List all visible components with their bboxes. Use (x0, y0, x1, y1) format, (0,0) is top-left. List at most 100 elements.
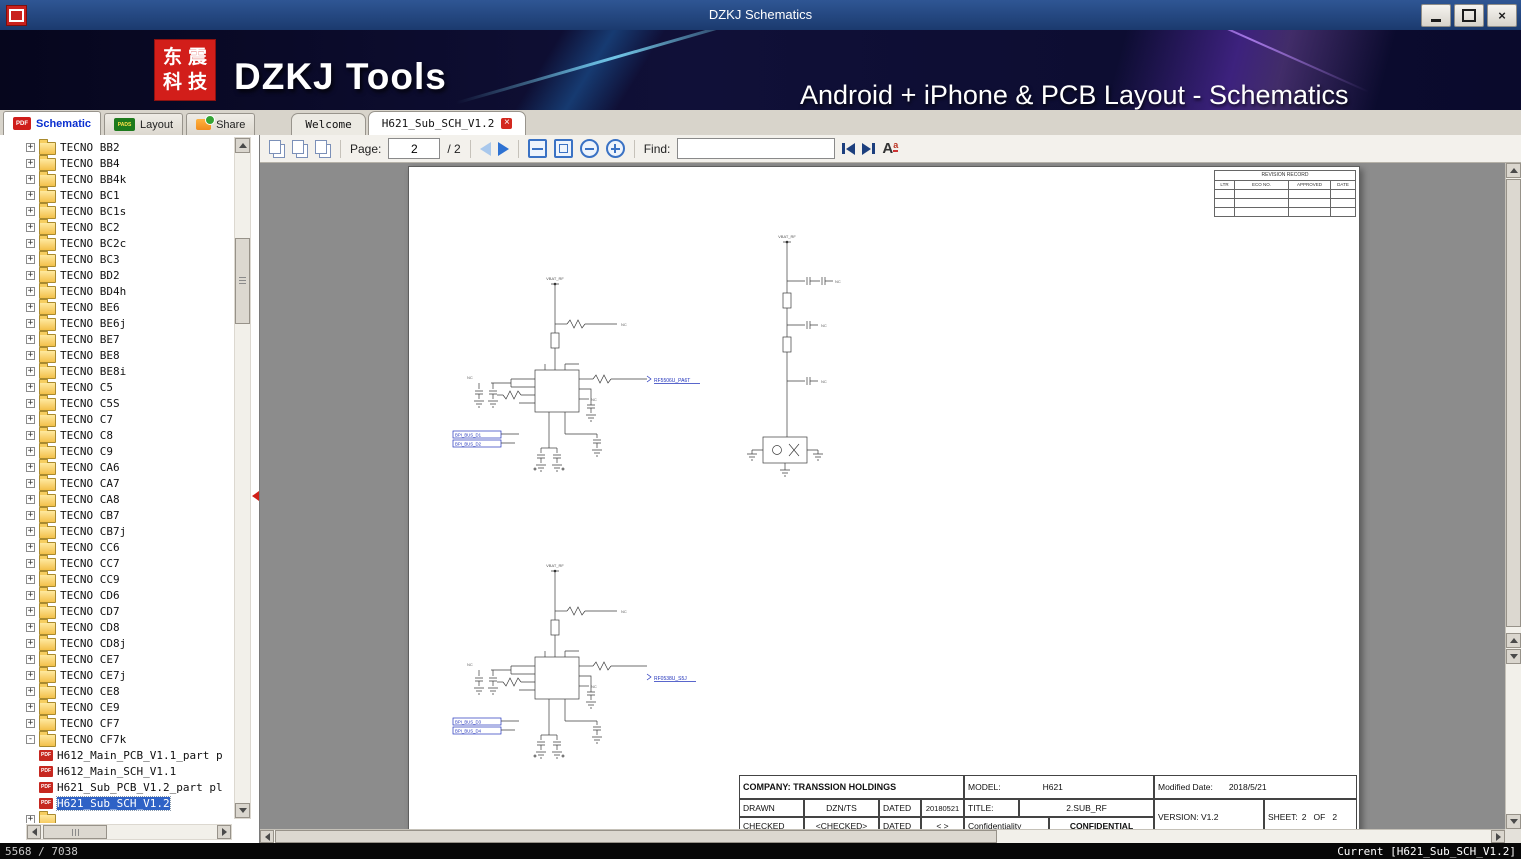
find-previous-icon[interactable] (842, 143, 855, 155)
expander-icon[interactable]: + (26, 687, 35, 696)
tree-folder[interactable]: +TECNO CE9 (26, 699, 232, 715)
previous-view-icon[interactable] (1506, 633, 1521, 648)
doc-tab-welcome[interactable]: Welcome (291, 113, 365, 135)
expander-icon[interactable]: + (26, 351, 35, 360)
expander-icon[interactable]: + (26, 207, 35, 216)
sidebar-vertical-scrollbar[interactable] (234, 137, 251, 819)
find-next-icon[interactable] (862, 143, 875, 155)
expander-icon[interactable]: + (26, 607, 35, 616)
expander-icon[interactable]: + (26, 671, 35, 680)
expander-icon[interactable]: + (26, 367, 35, 376)
tree-folder[interactable]: +TECNO CD7 (26, 603, 232, 619)
scrollbar-thumb[interactable] (235, 238, 250, 324)
zoom-out-icon[interactable] (580, 139, 599, 158)
tree-folder[interactable]: +TECNO CA6 (26, 459, 232, 475)
expander-icon[interactable]: + (26, 463, 35, 472)
tab-close-icon[interactable]: × (501, 118, 512, 129)
tree-file[interactable]: PDFH621_Sub_SCH_V1.2 (26, 795, 232, 811)
fit-width-icon[interactable] (528, 139, 547, 158)
expander-icon[interactable]: + (26, 575, 35, 584)
tree-folder[interactable]: -TECNO CF7k (26, 731, 232, 747)
two-page-view-icon[interactable] (292, 140, 308, 157)
expander-icon[interactable]: + (26, 399, 35, 408)
single-page-icon[interactable] (269, 140, 285, 157)
tree-folder[interactable]: +TECNO CE8 (26, 683, 232, 699)
expander-icon[interactable]: + (26, 543, 35, 552)
expander-icon[interactable]: + (26, 143, 35, 152)
schematic-page[interactable]: VBAT_RF NC (408, 166, 1360, 829)
scrollbar-thumb[interactable] (43, 825, 107, 839)
scrollbar-thumb[interactable] (275, 830, 997, 843)
scroll-up-icon[interactable] (235, 138, 250, 153)
document-canvas[interactable]: VBAT_RF NC (260, 163, 1505, 829)
tree-folder[interactable]: +TECNO BB4 (26, 155, 232, 171)
close-button[interactable]: × (1487, 4, 1517, 27)
next-page-icon[interactable] (498, 142, 509, 156)
tab-schematic[interactable]: PDF Schematic (3, 111, 101, 135)
tree-folder[interactable]: +TECNO BC3 (26, 251, 232, 267)
tree-folder[interactable]: + (26, 811, 232, 823)
zoom-in-icon[interactable] (606, 139, 625, 158)
viewer-vertical-scrollbar[interactable] (1505, 163, 1521, 829)
tree-folder[interactable]: +TECNO CE7j (26, 667, 232, 683)
tree-folder[interactable]: +TECNO CC7 (26, 555, 232, 571)
expander-icon[interactable]: + (26, 639, 35, 648)
tree-file[interactable]: PDFH621_Sub_PCB_V1.2_part pl (26, 779, 232, 795)
tree-folder[interactable]: +TECNO BE6j (26, 315, 232, 331)
tree-folder[interactable]: +TECNO CC6 (26, 539, 232, 555)
scroll-right-icon[interactable] (1491, 830, 1505, 843)
expander-icon[interactable]: + (26, 255, 35, 264)
scroll-left-icon[interactable] (260, 830, 274, 843)
tree-folder[interactable]: +TECNO CE7 (26, 651, 232, 667)
page-copy-icon[interactable] (315, 140, 331, 157)
find-input[interactable] (677, 138, 835, 159)
expander-icon[interactable]: - (26, 735, 35, 744)
tree-folder[interactable]: +TECNO BC2 (26, 219, 232, 235)
tab-share[interactable]: Share (186, 113, 255, 135)
page-number-input[interactable] (388, 138, 440, 159)
expander-icon[interactable]: + (26, 591, 35, 600)
tree-file[interactable]: PDFH612_Main_SCH_V1.1 (26, 763, 232, 779)
fit-page-icon[interactable] (554, 139, 573, 158)
tree-folder[interactable]: +TECNO BB4k (26, 171, 232, 187)
expander-icon[interactable]: + (26, 815, 35, 824)
tree-folder[interactable]: +TECNO C5 (26, 379, 232, 395)
tree-folder[interactable]: +TECNO BE8i (26, 363, 232, 379)
tree-file[interactable]: PDFH612_Main_PCB_V1.1_part p (26, 747, 232, 763)
tree-folder[interactable]: +TECNO BC1s (26, 203, 232, 219)
expander-icon[interactable]: + (26, 447, 35, 456)
scroll-down-icon[interactable] (1506, 814, 1521, 829)
tree-folder[interactable]: +TECNO C5S (26, 395, 232, 411)
tree-folder[interactable]: +TECNO BE6 (26, 299, 232, 315)
tree-folder[interactable]: +TECNO BE7 (26, 331, 232, 347)
scrollbar-thumb[interactable] (1506, 179, 1521, 627)
sidebar-collapse-handle[interactable] (252, 491, 259, 501)
expander-icon[interactable]: + (26, 495, 35, 504)
tree-folder[interactable]: +TECNO CA7 (26, 475, 232, 491)
tree-folder[interactable]: +TECNO CD6 (26, 587, 232, 603)
expander-icon[interactable]: + (26, 175, 35, 184)
tree-folder[interactable]: +TECNO CD8j (26, 635, 232, 651)
tree-folder[interactable]: +TECNO CD8 (26, 619, 232, 635)
expander-icon[interactable]: + (26, 191, 35, 200)
minimize-button[interactable] (1421, 4, 1451, 27)
tree-folder[interactable]: +TECNO C7 (26, 411, 232, 427)
expander-icon[interactable]: + (26, 623, 35, 632)
tree-folder[interactable]: +TECNO BB2 (26, 139, 232, 155)
tree-folder[interactable]: +TECNO CC9 (26, 571, 232, 587)
expander-icon[interactable]: + (26, 239, 35, 248)
expander-icon[interactable]: + (26, 479, 35, 488)
expander-icon[interactable]: + (26, 335, 35, 344)
tree-folder[interactable]: +TECNO BD4h (26, 283, 232, 299)
tree-folder[interactable]: +TECNO BD2 (26, 267, 232, 283)
tab-layout[interactable]: PADS Layout (104, 113, 183, 135)
next-view-icon[interactable] (1506, 649, 1521, 664)
doc-tab-document[interactable]: H621_Sub_SCH_V1.2 × (368, 111, 527, 135)
maximize-button[interactable] (1454, 4, 1484, 27)
scroll-left-icon[interactable] (27, 825, 41, 839)
expander-icon[interactable]: + (26, 303, 35, 312)
tree-folder[interactable]: +TECNO BC1 (26, 187, 232, 203)
expander-icon[interactable]: + (26, 527, 35, 536)
expander-icon[interactable]: + (26, 431, 35, 440)
tree-folder[interactable]: +TECNO BC2c (26, 235, 232, 251)
